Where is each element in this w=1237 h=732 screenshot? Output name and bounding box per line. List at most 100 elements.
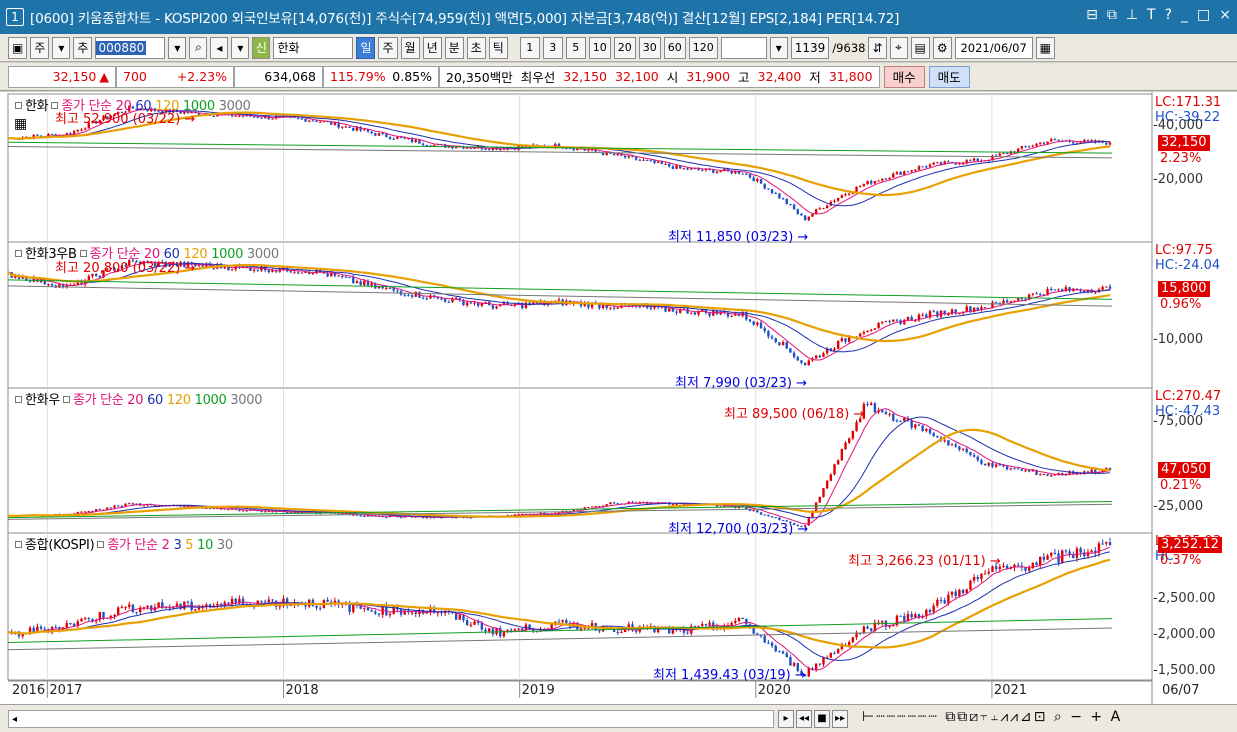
- panel-name[interactable]: 종합(KOSPI): [25, 538, 95, 553]
- stock-code-input[interactable]: 000880: [95, 36, 166, 59]
- maximize-icon[interactable]: □: [1197, 7, 1210, 23]
- help-icon[interactable]: ?: [1165, 7, 1172, 23]
- candle-body: [752, 510, 755, 512]
- candle-body: [1075, 548, 1079, 558]
- candle-body: [263, 511, 267, 513]
- candle-body: [972, 577, 976, 581]
- menu-dropdown-icon[interactable]: ▾: [231, 36, 250, 59]
- legend-square-icon[interactable]: [15, 396, 22, 403]
- candle-body: [859, 186, 862, 188]
- candle-body: [113, 614, 116, 617]
- candle-body: [836, 460, 840, 465]
- zoom-icon[interactable]: ⌕: [1054, 709, 1064, 725]
- period-yearly-button[interactable]: 년: [422, 36, 442, 59]
- restore-icon[interactable]: ⊟: [1086, 7, 1098, 23]
- chart-area[interactable]: 한화 종가 단순 20 60 120 1000 3000 최고 52,900 (0…: [0, 92, 1237, 704]
- candle-body: [840, 195, 844, 198]
- candle-body: [851, 430, 855, 439]
- candle-body: [385, 287, 388, 289]
- candle-body: [921, 166, 924, 168]
- interval-120-button[interactable]: 120: [688, 36, 718, 59]
- zoom-out-icon[interactable]: −: [1070, 709, 1084, 725]
- candle-body: [146, 605, 149, 608]
- interval-1-button[interactable]: 1: [519, 36, 540, 59]
- candle-body: [686, 168, 689, 170]
- gear-icon[interactable]: ⚙: [932, 36, 952, 59]
- dropdown-icon[interactable]: ▾: [52, 36, 71, 59]
- panel-legend: 한화우 종가 단순 20 60 120 1000 3000: [12, 389, 263, 408]
- legend-square-icon[interactable]: [62, 396, 70, 403]
- candle-body: [756, 510, 759, 513]
- period-daily-button[interactable]: 일: [356, 36, 376, 59]
- candle-body: [870, 329, 873, 331]
- window-number[interactable]: 1: [6, 8, 24, 26]
- panel-name[interactable]: 한화: [25, 99, 49, 114]
- unit-tick-button[interactable]: 틱: [488, 36, 508, 59]
- stop-icon[interactable]: ■: [814, 710, 830, 728]
- legend-square-icon[interactable]: [15, 102, 22, 109]
- candle-body: [950, 444, 954, 446]
- text-icon[interactable]: T: [1147, 7, 1156, 23]
- candle-body: [892, 173, 895, 178]
- candle-body: [87, 510, 91, 512]
- rewind-icon[interactable]: ◂◂: [796, 710, 812, 728]
- candle-body: [1024, 146, 1027, 148]
- candle-body: [770, 189, 774, 193]
- sell-button[interactable]: 매도: [928, 65, 970, 88]
- interval-10-button[interactable]: 10: [588, 36, 611, 59]
- date-input[interactable]: 2021/06/07: [954, 36, 1033, 59]
- interval-3-button[interactable]: 3: [542, 36, 563, 59]
- layout-icon[interactable]: ▣: [8, 36, 28, 59]
- period-monthly-button[interactable]: 월: [400, 36, 420, 59]
- legend-square-icon[interactable]: [97, 541, 105, 548]
- unit-second-button[interactable]: 초: [466, 36, 486, 59]
- lc-value: LC:270.47: [1155, 389, 1222, 404]
- crosshair-icon[interactable]: ⌖: [889, 36, 908, 59]
- count-input[interactable]: 1139: [790, 36, 830, 59]
- interval-input[interactable]: [720, 36, 767, 59]
- sound-icon[interactable]: ◂: [210, 36, 229, 59]
- layout-tools-icon[interactable]: ⧉⧉⧄⫟⫠⩘⩘⊿⊡: [945, 709, 1047, 725]
- interval-30-button[interactable]: 30: [638, 36, 661, 59]
- interval-60-button[interactable]: 60: [663, 36, 686, 59]
- unit-minute-button[interactable]: 분: [444, 36, 464, 59]
- legend-square-icon[interactable]: [79, 250, 87, 257]
- step-forward-icon[interactable]: ▸: [778, 710, 794, 728]
- pin-chart-icon[interactable]: ⇵: [868, 36, 887, 59]
- period-weekly-button[interactable]: 주: [378, 36, 398, 59]
- font-icon[interactable]: A: [1111, 709, 1123, 725]
- new-badge[interactable]: 신: [252, 36, 271, 59]
- interval-20-button[interactable]: 20: [613, 36, 636, 59]
- stock-mode-button[interactable]: 주: [30, 36, 50, 59]
- pin-icon[interactable]: ⊥: [1126, 7, 1138, 23]
- interval-dropdown-icon[interactable]: ▾: [769, 36, 788, 59]
- horizontal-scrollbar[interactable]: ◂: [8, 710, 774, 728]
- best-ask: 32,150: [563, 69, 608, 84]
- code-dropdown-icon[interactable]: ▾: [168, 36, 187, 59]
- panel-name[interactable]: 한화우: [25, 393, 60, 408]
- add-button[interactable]: 추: [73, 36, 93, 59]
- candle-body: [814, 663, 818, 671]
- tile-icon[interactable]: ⧉: [1107, 7, 1117, 23]
- stock-name-field[interactable]: 한화: [273, 36, 354, 59]
- candle-body: [352, 128, 355, 131]
- minimize-icon[interactable]: _: [1181, 7, 1188, 23]
- candle-body: [616, 153, 619, 156]
- save-icon[interactable]: ▤: [910, 36, 930, 59]
- candle-body: [697, 625, 700, 627]
- ruler-icon[interactable]: ⊢┈┈┈┈┈┈: [862, 709, 939, 725]
- legend-square-icon[interactable]: [15, 541, 22, 548]
- buy-button[interactable]: 매수: [883, 65, 925, 88]
- candle-body: [1013, 468, 1016, 470]
- search-icon[interactable]: ⌕: [189, 36, 208, 59]
- legend-square-icon[interactable]: [15, 250, 22, 257]
- candle-body: [781, 342, 785, 346]
- interval-5-button[interactable]: 5: [565, 36, 586, 59]
- fast-forward-icon[interactable]: ▸▸: [832, 710, 848, 728]
- scroll-left-icon[interactable]: ◂: [9, 714, 17, 725]
- close-icon[interactable]: ×: [1219, 7, 1231, 23]
- candle-body: [83, 128, 87, 130]
- candle-body: [756, 322, 759, 325]
- zoom-in-icon[interactable]: +: [1090, 709, 1104, 725]
- calendar-icon[interactable]: ▦: [1035, 36, 1055, 59]
